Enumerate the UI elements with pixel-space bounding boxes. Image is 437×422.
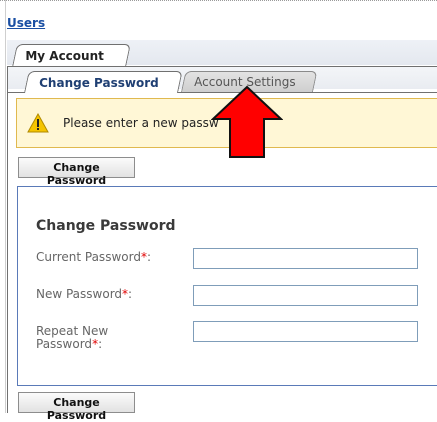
current-password-input[interactable]	[193, 248, 418, 269]
new-password-label: New Password*:	[36, 287, 133, 301]
repeat-password-input[interactable]	[193, 321, 418, 342]
top-dotted-border	[0, 0, 437, 1]
change-password-form: Change Password Current Password*: New P…	[17, 186, 437, 386]
breadcrumb-users[interactable]: Users	[7, 16, 45, 30]
tab-my-account[interactable]: My Account	[12, 44, 131, 67]
left-border	[5, 0, 6, 413]
tab-my-account-label: My Account	[25, 49, 104, 63]
warning-text: Please enter a new passw	[63, 116, 219, 130]
red-up-arrow-icon	[211, 85, 283, 158]
change-password-button-top[interactable]: Change Password	[18, 157, 135, 187]
current-password-label: Current Password*:	[36, 250, 151, 264]
change-password-button-bottom[interactable]: Change Password	[18, 392, 135, 422]
repeat-password-label: Repeat New Password*:	[36, 324, 109, 351]
new-password-input[interactable]	[193, 285, 418, 306]
tab-change-password-label: Change Password	[39, 76, 159, 90]
tab-change-password[interactable]: Change Password	[24, 71, 183, 93]
form-title: Change Password	[36, 218, 176, 234]
warning-triangle-icon	[27, 113, 49, 133]
